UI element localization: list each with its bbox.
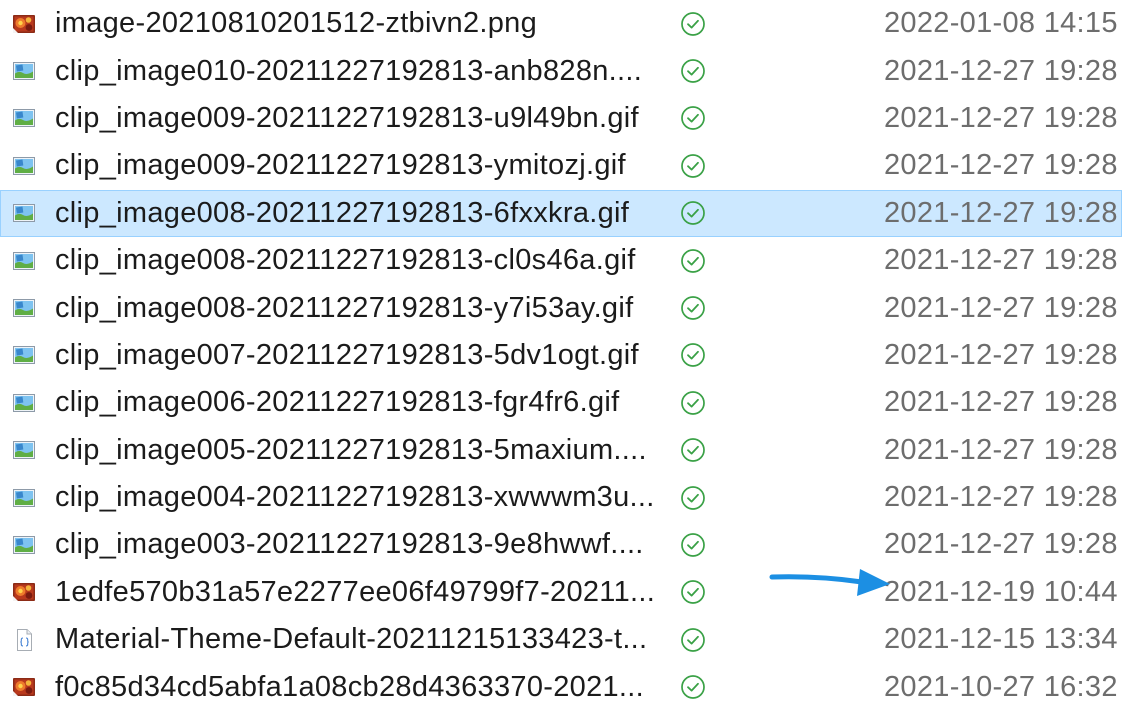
file-name: clip_image006-20211227192813-fgr4fr6.gif [55, 386, 620, 419]
file-name: 1edfe570b31a57e2277ee06f49799f7-20211... [55, 575, 656, 608]
sync-status-check-circle-icon [680, 200, 706, 226]
date-modified: 2021-12-27 19:28 [884, 528, 1118, 561]
date-modified: 2021-12-27 19:28 [884, 433, 1118, 466]
file-name: clip_image008-20211227192813-cl0s46a.gif [55, 244, 636, 277]
file-row[interactable]: Material-Theme-Default-20211215133423-t.… [0, 616, 1122, 663]
file-row[interactable]: clip_image004-20211227192813-xwwwm3u... … [0, 474, 1122, 521]
gif-image-icon [11, 438, 37, 462]
sync-status-check-circle-icon [680, 153, 706, 179]
date-modified: 2021-12-15 13:34 [884, 623, 1118, 656]
sync-status-check-circle-icon [680, 58, 706, 84]
file-name: Material-Theme-Default-20211215133423-t.… [55, 623, 648, 656]
file-row[interactable]: clip_image009-20211227192813-u9l49bn.gif… [0, 95, 1122, 142]
file-row[interactable]: image-20210810201512-ztbivn2.png 2022-01… [0, 0, 1122, 47]
file-row[interactable]: f0c85d34cd5abfa1a08cb28d4363370-2021... … [0, 663, 1122, 710]
file-name: clip_image008-20211227192813-6fxxkra.gif [55, 196, 630, 229]
file-name: f0c85d34cd5abfa1a08cb28d4363370-2021... [55, 670, 644, 703]
gif-image-icon [11, 343, 37, 367]
file-row[interactable]: clip_image005-20211227192813-5maxium....… [0, 427, 1122, 474]
png-image-icon [11, 12, 37, 36]
gif-image-icon [11, 106, 37, 130]
date-modified: 2021-12-27 19:28 [884, 149, 1118, 182]
file-name: clip_image009-20211227192813-u9l49bn.gif [55, 101, 639, 134]
date-modified: 2021-12-27 19:28 [884, 481, 1118, 514]
date-modified: 2021-12-27 19:28 [884, 101, 1118, 134]
gif-image-icon [11, 296, 37, 320]
date-modified: 2021-12-27 19:28 [884, 54, 1118, 87]
sync-status-check-circle-icon [680, 390, 706, 416]
gif-image-icon [11, 249, 37, 273]
date-modified: 2021-12-27 19:28 [884, 244, 1118, 277]
gif-image-icon [11, 59, 37, 83]
date-modified: 2022-01-08 14:15 [884, 7, 1118, 40]
sync-status-check-circle-icon [680, 674, 706, 700]
file-row[interactable]: clip_image006-20211227192813-fgr4fr6.gif… [0, 379, 1122, 426]
file-row[interactable]: clip_image008-20211227192813-cl0s46a.gif… [0, 237, 1122, 284]
sync-status-check-circle-icon [680, 627, 706, 653]
file-name: clip_image009-20211227192813-ymitozj.gif [55, 149, 626, 182]
gif-image-icon [11, 201, 37, 225]
png-image-icon [11, 580, 37, 604]
file-name: clip_image007-20211227192813-5dv1ogt.gif [55, 338, 639, 371]
file-name: clip_image008-20211227192813-y7i53ay.gif [55, 291, 634, 324]
file-list: image-20210810201512-ztbivn2.png 2022-01… [0, 0, 1122, 711]
file-row[interactable]: 1edfe570b31a57e2277ee06f49799f7-20211...… [0, 569, 1122, 616]
sync-status-check-circle-icon [680, 105, 706, 131]
sync-status-check-circle-icon [680, 248, 706, 274]
gif-image-icon [11, 486, 37, 510]
sync-status-check-circle-icon [680, 295, 706, 321]
gif-image-icon [11, 154, 37, 178]
date-modified: 2021-12-27 19:28 [884, 338, 1118, 371]
json-file-icon [11, 628, 37, 652]
file-row[interactable]: clip_image003-20211227192813-9e8hwwf....… [0, 521, 1122, 568]
file-row[interactable]: clip_image010-20211227192813-anb828n....… [0, 47, 1122, 94]
sync-status-check-circle-icon [680, 437, 706, 463]
file-row[interactable]: clip_image007-20211227192813-5dv1ogt.gif… [0, 332, 1122, 379]
date-modified: 2021-12-27 19:28 [884, 196, 1118, 229]
file-name: clip_image004-20211227192813-xwwwm3u... [55, 481, 655, 514]
date-modified: 2021-12-27 19:28 [884, 386, 1118, 419]
file-name: clip_image005-20211227192813-5maxium.... [55, 433, 647, 466]
sync-status-check-circle-icon [680, 342, 706, 368]
date-modified: 2021-10-27 16:32 [884, 670, 1118, 703]
file-name: clip_image010-20211227192813-anb828n.... [55, 54, 643, 87]
date-modified: 2021-12-27 19:28 [884, 291, 1118, 324]
file-row[interactable]: clip_image009-20211227192813-ymitozj.gif… [0, 142, 1122, 189]
gif-image-icon [11, 533, 37, 557]
png-image-icon [11, 675, 37, 699]
sync-status-check-circle-icon [680, 532, 706, 558]
file-name: clip_image003-20211227192813-9e8hwwf.... [55, 528, 644, 561]
sync-status-check-circle-icon [680, 11, 706, 37]
sync-status-check-circle-icon [680, 485, 706, 511]
file-name: image-20210810201512-ztbivn2.png [55, 7, 538, 40]
file-row[interactable]: clip_image008-20211227192813-6fxxkra.gif… [0, 189, 1122, 237]
gif-image-icon [11, 391, 37, 415]
sync-status-check-circle-icon [680, 579, 706, 605]
date-modified: 2021-12-19 10:44 [884, 575, 1118, 608]
file-row[interactable]: clip_image008-20211227192813-y7i53ay.gif… [0, 284, 1122, 331]
